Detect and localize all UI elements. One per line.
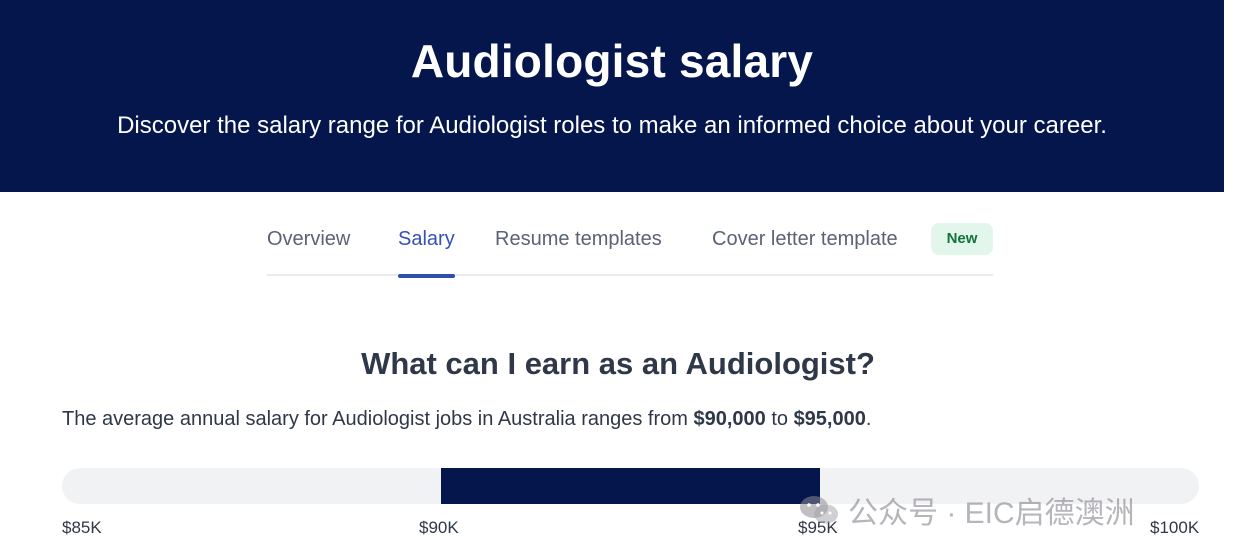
watermark: 公众号 · EIC启德澳洲 — [798, 488, 1135, 532]
range-tick-label: $85K — [62, 518, 102, 536]
page-subtitle: Discover the salary range for Audiologis… — [117, 112, 1107, 139]
section-title: What can I earn as an Audiologist? — [361, 346, 875, 381]
range-tick-label: $100K — [1150, 518, 1200, 536]
summary-prefix: The average annual salary for Audiologis… — [62, 408, 694, 430]
salary-summary: The average annual salary for Audiologis… — [62, 408, 871, 431]
career-tabs: Overview Salary Resume templates Cover l… — [267, 222, 993, 278]
salary-high-value: $95,000 — [793, 408, 866, 430]
tab-resume-templates[interactable]: Resume templates — [495, 222, 662, 276]
range-tick-label: $90K — [419, 518, 459, 536]
tab-overview[interactable]: Overview — [267, 222, 350, 276]
tab-cover-letter-template[interactable]: Cover letter template — [712, 222, 898, 276]
summary-suffix: . — [865, 408, 872, 430]
wechat-icon — [798, 493, 840, 527]
hero-banner: Audiologist salary Discover the salary r… — [0, 0, 1224, 192]
watermark-text: 公众号 · EIC启德澳洲 — [848, 497, 1135, 530]
salary-low-value: $90,000 — [693, 408, 766, 430]
summary-mid: to — [765, 408, 794, 430]
page-title: Audiologist salary — [410, 35, 814, 87]
new-badge: New — [931, 223, 993, 255]
salary-range-bar — [441, 468, 820, 504]
tab-salary[interactable]: Salary — [398, 222, 455, 278]
